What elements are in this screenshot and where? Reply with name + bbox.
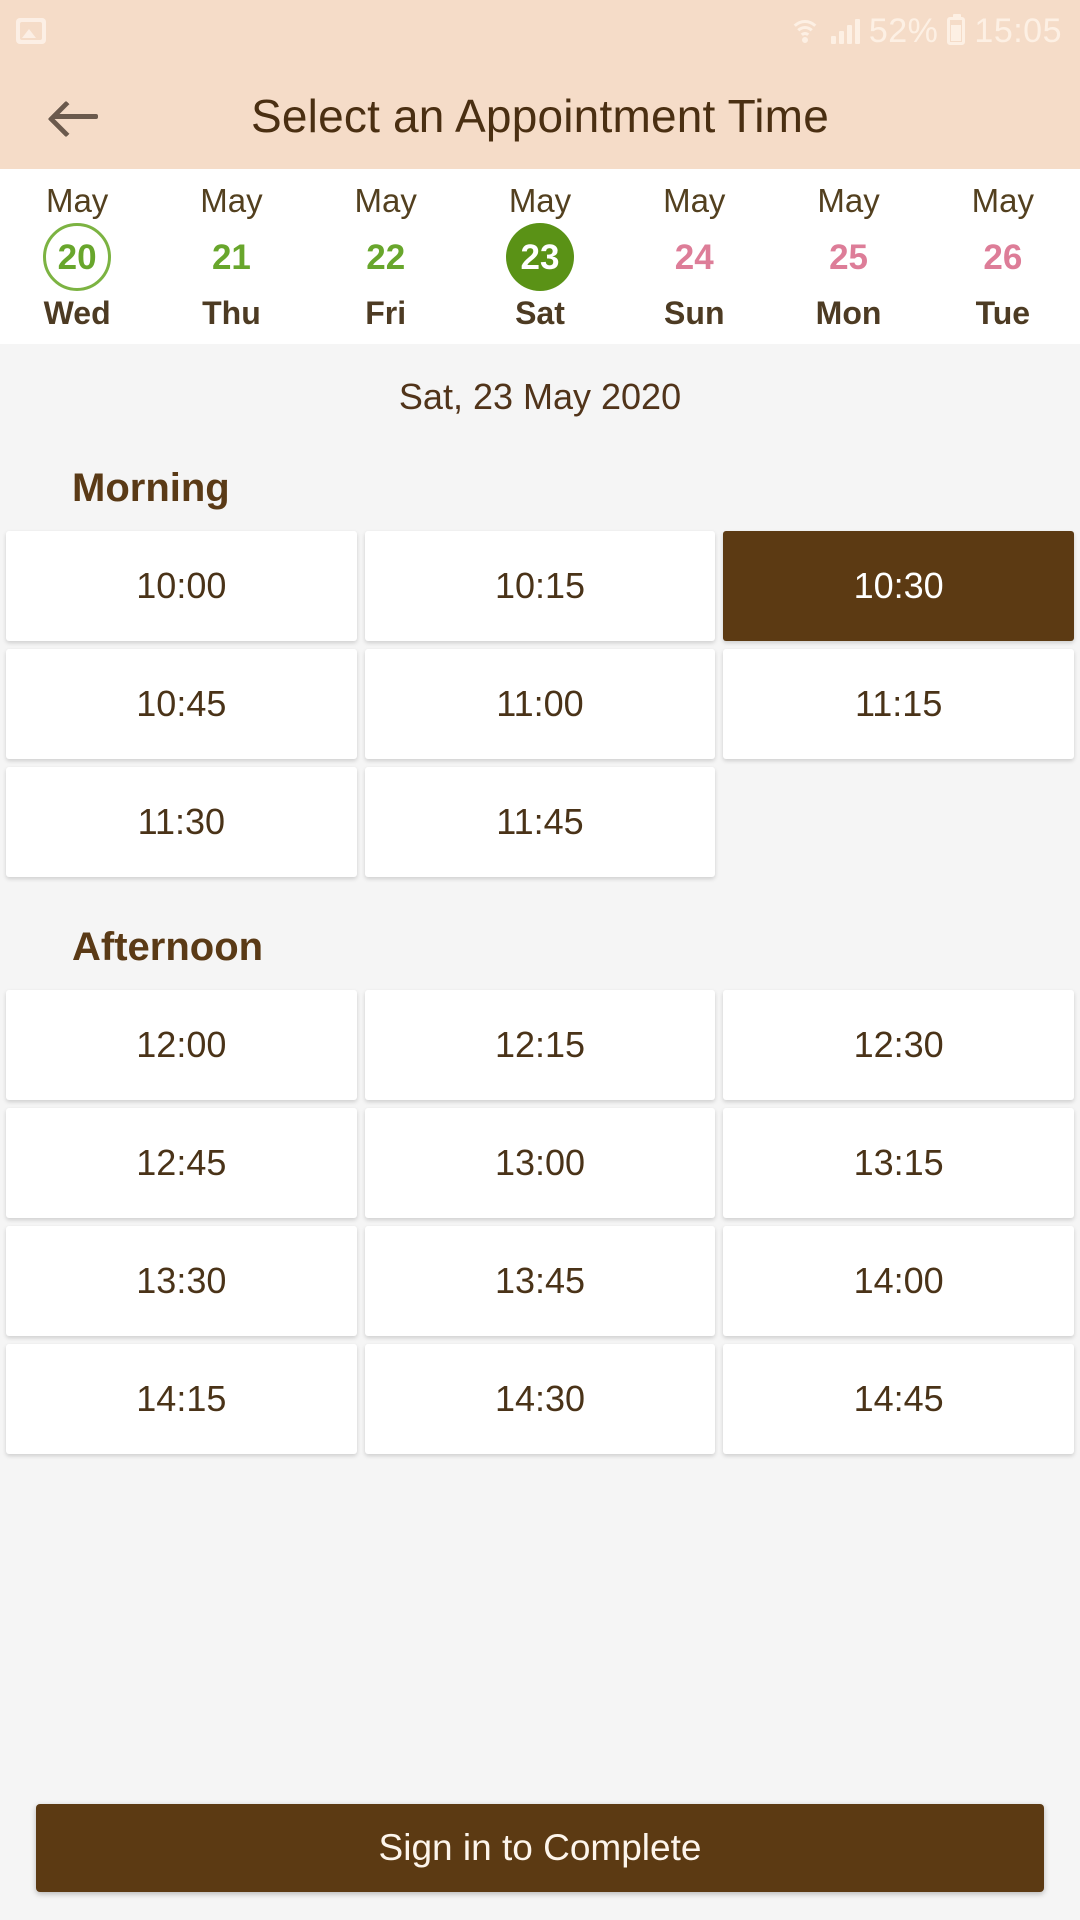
time-slot-button[interactable]: 14:15	[6, 1344, 357, 1454]
time-slot-button[interactable]: 11:45	[364, 767, 716, 877]
date-cell-number: 24	[674, 237, 714, 277]
image-icon	[16, 18, 46, 44]
section-heading: Morning	[72, 466, 230, 510]
date-cell-weekday: Mon	[815, 295, 882, 331]
time-slot-button[interactable]: 10:30	[723, 531, 1074, 641]
time-slot-button[interactable]: 10:15	[364, 531, 716, 641]
date-cell-month: May	[508, 182, 572, 219]
date-cell-number: 26	[983, 237, 1023, 277]
date-cell-month: May	[971, 182, 1034, 219]
time-slot-button[interactable]: 12:30	[723, 990, 1074, 1100]
status-bar-left	[16, 18, 46, 44]
date-cell-weekday: Sat	[515, 295, 565, 331]
time-slot-button[interactable]: 14:30	[364, 1344, 716, 1454]
time-slot-button[interactable]: 12:00	[6, 990, 357, 1100]
date-cell-23[interactable]: May 23 Sat	[463, 184, 617, 329]
date-cell-month: May	[817, 182, 880, 219]
status-bar: 52% 15:05	[0, 0, 1080, 62]
battery-icon	[947, 14, 966, 45]
time-slot-button[interactable]: 10:45	[6, 649, 357, 759]
date-cell-weekday: Thu	[202, 295, 261, 331]
content-area: Sat, 23 May 2020 Morning 10:00 10:15 10:30 1…	[0, 344, 1080, 1920]
wifi-icon	[788, 18, 822, 44]
selected-date-label: Sat, 23 May 2020	[398, 376, 682, 417]
time-slot-button[interactable]: 11:00	[364, 649, 716, 759]
time-slot-button[interactable]: 11:30	[6, 767, 357, 877]
bottom-action-bar: Sign in to Complete	[0, 1796, 1080, 1920]
time-slot-button[interactable]: 13:45	[364, 1226, 716, 1336]
date-cell-weekday: Wed	[43, 295, 111, 331]
date-cell-month: May	[45, 182, 109, 219]
time-slot-button[interactable]: 10:00	[6, 531, 357, 641]
date-cell-month: May	[663, 182, 726, 219]
date-cell-month: May	[354, 182, 417, 219]
date-cell-21[interactable]: May 21 Thu	[154, 184, 308, 329]
date-cell-number: 20	[43, 223, 112, 291]
time-slot-button[interactable]: 14:00	[723, 1226, 1074, 1336]
date-cell-number: 25	[829, 237, 869, 277]
time-slot-grid: 12:00 12:15 12:30 12:45 13:00 13:15 13:30 13:45…	[0, 990, 1080, 1454]
back-button[interactable]	[40, 81, 110, 151]
time-slot-button[interactable]: 12:15	[364, 990, 716, 1100]
time-slot-button[interactable]: 13:15	[723, 1108, 1074, 1218]
battery-percent-label: 52%	[868, 11, 939, 50]
date-cell-24[interactable]: May 24 Sun	[617, 184, 771, 329]
time-slot-sections: Morning 10:00 10:15 10:30 10:45 11:00 11:15 11:…	[0, 418, 1080, 1454]
section-heading: Afternoon	[72, 925, 264, 969]
date-cell-number: 22	[366, 237, 406, 277]
date-cell-22[interactable]: May 22 Fri	[309, 184, 463, 329]
date-cell-weekday: Tue	[975, 295, 1031, 331]
time-slot-grid: 10:00 10:15 10:30 10:45 11:00 11:15 11:30 11:45	[0, 531, 1080, 877]
back-arrow-icon	[52, 101, 98, 131]
time-slot-placeholder	[723, 767, 1074, 877]
time-slot-button[interactable]: 14:45	[723, 1344, 1074, 1454]
date-cell-26[interactable]: May 26 Tue	[926, 184, 1080, 329]
time-slot-button[interactable]: 12:45	[6, 1108, 357, 1218]
app-bar: Select an Appointment Time	[0, 62, 1080, 169]
status-bar-right: 52% 15:05	[788, 12, 1062, 51]
app-screen: 52% 15:05 Select an Appointment Time May…	[0, 0, 1080, 1920]
time-slot-button[interactable]: 13:30	[6, 1226, 357, 1336]
date-cell-number: 23	[505, 223, 574, 291]
page-title: Select an Appointment Time	[251, 89, 829, 142]
date-cell-month: May	[200, 182, 263, 219]
date-cell-20[interactable]: May 20 Wed	[0, 184, 154, 329]
cellular-signal-icon	[830, 18, 860, 44]
date-cell-weekday: Sun	[664, 295, 725, 331]
date-cell-25[interactable]: May 25 Mon	[771, 184, 925, 329]
time-slot-button[interactable]: 13:00	[364, 1108, 716, 1218]
clock-label: 15:05	[974, 11, 1062, 50]
time-slot-button[interactable]: 11:15	[723, 649, 1074, 759]
date-cell-number: 21	[211, 237, 251, 277]
date-strip[interactable]: May 20 Wed May 21 Thu May 22 Fri May 23 Sat May 24 Sun…	[0, 169, 1080, 344]
date-cell-weekday: Fri	[365, 295, 407, 331]
sign-in-to-complete-button[interactable]: Sign in to Complete	[36, 1804, 1044, 1892]
